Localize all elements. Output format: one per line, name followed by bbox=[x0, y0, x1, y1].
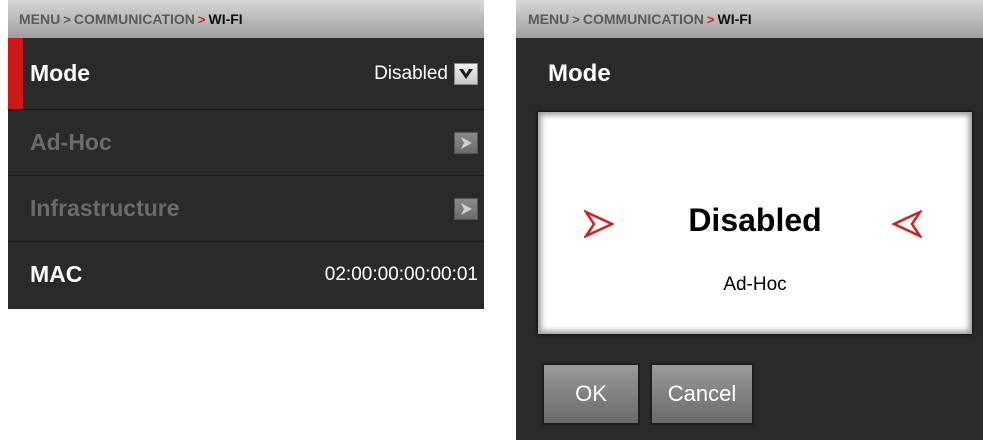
breadcrumb: MENU > COMMUNICATION > WI-FI bbox=[8, 0, 484, 38]
breadcrumb-current: WI-FI bbox=[717, 11, 752, 27]
row-label: Infrastructure bbox=[30, 195, 180, 221]
menu-row-ad-hoc[interactable]: Ad-Hoc bbox=[8, 109, 484, 175]
wifi-menu-panel: MENU > COMMUNICATION > WI-FI Mode Disabl… bbox=[8, 0, 484, 309]
mode-picker-panel: MENU > COMMUNICATION > WI-FI Mode Disabl… bbox=[516, 0, 983, 440]
breadcrumb-separator: > bbox=[63, 11, 71, 27]
row-label: MAC bbox=[30, 261, 83, 287]
breadcrumb-menu[interactable]: MENU bbox=[528, 11, 569, 27]
breadcrumb-menu[interactable]: MENU bbox=[19, 11, 60, 27]
breadcrumb-separator: > bbox=[572, 11, 580, 27]
row-value: Disabled bbox=[374, 62, 448, 84]
row-label: Mode bbox=[30, 60, 91, 86]
breadcrumb-separator: > bbox=[197, 11, 206, 27]
menu-row-mac: MAC 02:00:00:00:00:01 bbox=[8, 241, 484, 307]
chevron-right-icon[interactable] bbox=[454, 131, 478, 154]
row-label: Ad-Hoc bbox=[30, 129, 112, 155]
menu-row-mode[interactable]: Mode Disabled bbox=[8, 38, 484, 109]
menu-row-infrastructure[interactable]: Infrastructure bbox=[8, 175, 484, 241]
chevron-down-icon[interactable] bbox=[454, 62, 478, 85]
breadcrumb-current: WI-FI bbox=[208, 11, 243, 27]
ok-button[interactable]: OK bbox=[542, 363, 640, 425]
picker-next-option[interactable]: Ad-Hoc bbox=[538, 274, 972, 296]
dialog-title: Mode bbox=[548, 60, 611, 87]
breadcrumb: MENU > COMMUNICATION > WI-FI bbox=[516, 0, 983, 38]
chevron-right-icon[interactable] bbox=[454, 197, 478, 220]
selection-indicator bbox=[8, 38, 23, 109]
breadcrumb-separator: > bbox=[706, 11, 715, 27]
breadcrumb-communication[interactable]: COMMUNICATION bbox=[74, 11, 195, 27]
arrow-left-icon[interactable] bbox=[891, 209, 924, 239]
breadcrumb-communication[interactable]: COMMUNICATION bbox=[583, 11, 704, 27]
mac-address-value: 02:00:00:00:00:01 bbox=[324, 263, 478, 285]
cancel-button[interactable]: Cancel bbox=[650, 363, 754, 425]
value-picker[interactable]: Disabled Ad-Hoc bbox=[538, 112, 972, 334]
